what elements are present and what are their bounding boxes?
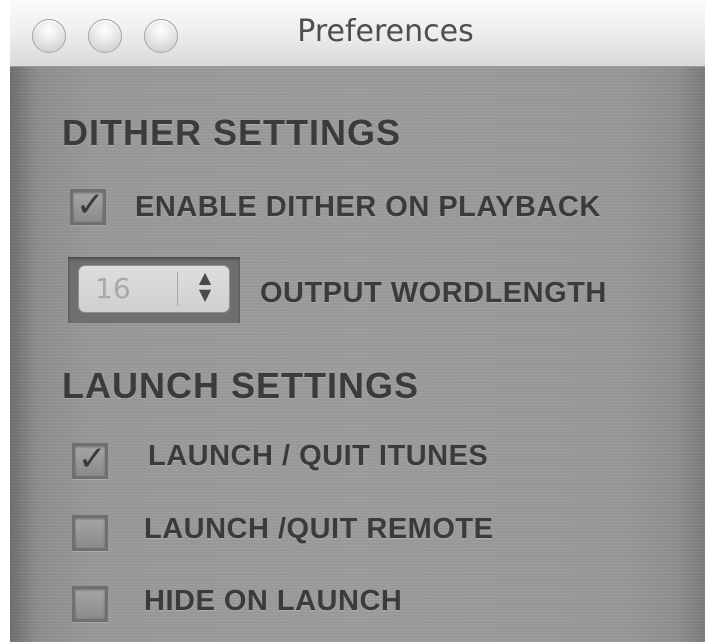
launch-quit-itunes-checkbox[interactable]: ✓ <box>72 439 108 479</box>
hide-on-launch-checkbox[interactable] <box>72 586 108 622</box>
wordlength-stepper-well: 16 ▲ ▼ <box>68 257 240 323</box>
wordlength-stepper[interactable]: 16 ▲ ▼ <box>78 265 230 313</box>
wordlength-value: 16 <box>95 272 131 305</box>
output-wordlength-label: OUTPUT WORDLENGTH <box>260 277 607 309</box>
enable-dither-checkbox[interactable]: ✓ <box>70 185 106 225</box>
enable-dither-label: ENABLE DITHER ON PLAYBACK <box>135 191 601 223</box>
launch-settings-heading: LAUNCH SETTINGS <box>62 365 419 406</box>
checkmark-icon: ✓ <box>76 185 105 225</box>
up-down-arrows-icon[interactable]: ▲ ▼ <box>183 269 227 309</box>
hide-on-launch-label: HIDE ON LAUNCH <box>144 585 403 617</box>
title-bar[interactable]: Preferences <box>10 0 705 67</box>
stepper-divider <box>177 272 178 306</box>
preferences-window: Preferences DITHER SETTINGS ✓ ENABLE DIT… <box>10 0 705 642</box>
preferences-panel: DITHER SETTINGS ✓ ENABLE DITHER ON PLAYB… <box>10 67 705 642</box>
window-title: Preferences <box>297 14 474 49</box>
dither-settings-heading: DITHER SETTINGS <box>62 112 402 153</box>
launch-quit-itunes-label: LAUNCH / QUIT ITUNES <box>148 440 489 472</box>
checkmark-icon: ✓ <box>78 439 107 479</box>
launch-quit-remote-checkbox[interactable] <box>72 515 108 551</box>
launch-quit-remote-label: LAUNCH /QUIT REMOTE <box>144 513 494 545</box>
